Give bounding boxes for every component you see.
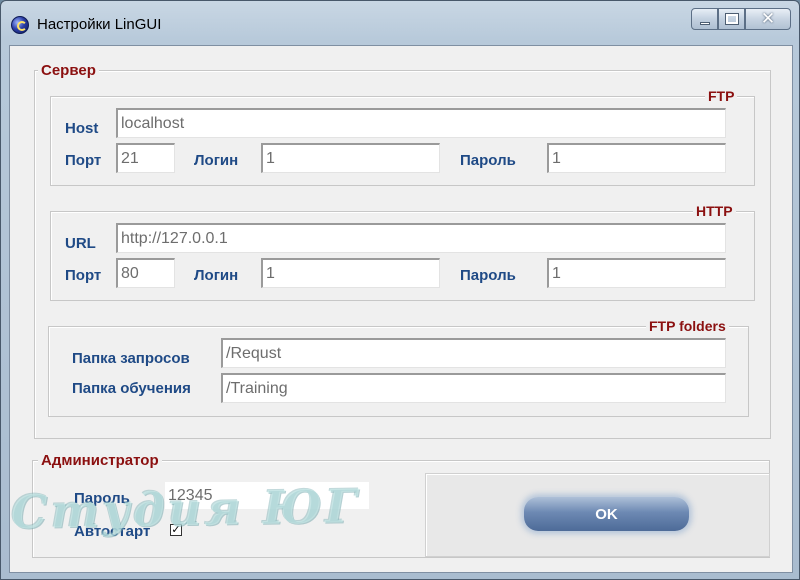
minimize-button[interactable] bbox=[691, 8, 718, 30]
ftp-password-input[interactable] bbox=[547, 143, 726, 173]
http-login-label: Логин bbox=[194, 267, 239, 284]
requests-folder-label: Папка запросов bbox=[72, 350, 190, 367]
http-password-input[interactable] bbox=[547, 258, 726, 288]
ftp-login-input[interactable] bbox=[261, 143, 440, 173]
ftp-port-label: Порт bbox=[65, 152, 102, 169]
ftp-group-title: FTP bbox=[705, 88, 738, 104]
ftp-login-label: Логин bbox=[194, 152, 239, 169]
training-folder-label: Папка обучения bbox=[72, 380, 191, 397]
autostart-checkbox[interactable]: ✓ bbox=[170, 524, 182, 536]
maximize-icon bbox=[724, 13, 739, 25]
admin-password-label: Пароль bbox=[74, 490, 130, 507]
http-url-input[interactable] bbox=[116, 223, 726, 253]
ftp-host-label: Host bbox=[65, 120, 99, 137]
ok-button[interactable]: OK bbox=[524, 497, 689, 531]
admin-password-input[interactable] bbox=[165, 482, 369, 509]
http-group-title: HTTP bbox=[693, 203, 736, 219]
admin-group-title: Администратор bbox=[38, 452, 162, 469]
http-login-input[interactable] bbox=[261, 258, 440, 288]
http-port-input[interactable] bbox=[116, 258, 175, 288]
close-icon: ✕ bbox=[760, 9, 776, 28]
http-port-label: Порт bbox=[65, 267, 102, 284]
ftp-password-label: Пароль bbox=[460, 152, 516, 169]
settings-window: Настройки LinGUI ✕ Сервер FTP Host Порт … bbox=[0, 0, 800, 580]
requests-folder-input[interactable] bbox=[221, 338, 726, 368]
ftp-port-input[interactable] bbox=[116, 143, 175, 173]
http-password-label: Пароль bbox=[460, 267, 516, 284]
autostart-label: Автостарт bbox=[74, 523, 151, 540]
ftp-folders-group-title: FTP folders bbox=[646, 318, 729, 334]
title-bar[interactable]: Настройки LinGUI ✕ bbox=[1, 1, 799, 45]
globe-app-icon bbox=[11, 16, 29, 34]
server-group-title: Сервер bbox=[38, 62, 99, 79]
maximize-button[interactable] bbox=[718, 8, 745, 30]
close-button[interactable]: ✕ bbox=[745, 8, 791, 30]
http-url-label: URL bbox=[65, 235, 96, 252]
ftp-host-input[interactable] bbox=[116, 108, 726, 138]
training-folder-input[interactable] bbox=[221, 373, 726, 403]
dialog-client-area: Сервер FTP Host Порт Логин Пароль HTTP U… bbox=[9, 45, 793, 573]
window-title: Настройки LinGUI bbox=[37, 16, 162, 33]
caption-buttons: ✕ bbox=[691, 8, 791, 32]
minimize-icon bbox=[699, 21, 710, 25]
ok-panel: OK bbox=[425, 473, 770, 557]
